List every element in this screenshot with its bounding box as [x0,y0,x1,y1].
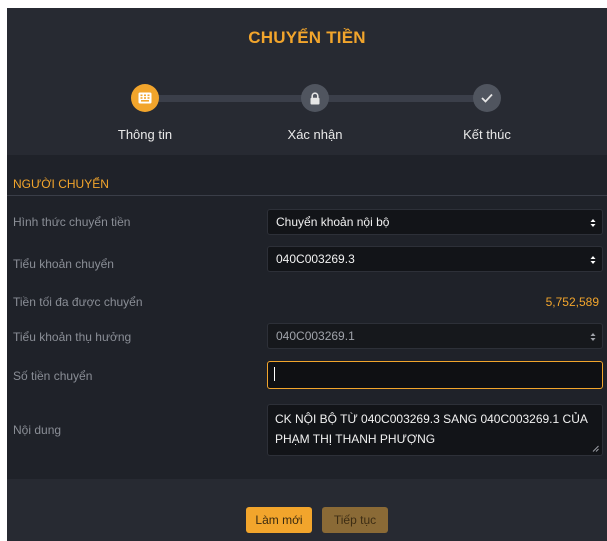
content-label: Nội dung [13,423,62,437]
beneficiary-account-value: 040C003269.1 [276,329,355,343]
transfer-type-label: Hình thức chuyển tiền [13,215,131,229]
stepper-header: CHUYỂN TIỀN Thông tin Xác nhận Kết thúc [7,8,607,155]
source-account-select[interactable]: 040C003269.3 [267,246,603,272]
select-arrows-icon [590,219,596,227]
lock-icon [310,91,320,104]
step-3-circle [473,84,501,112]
resize-handle-icon[interactable] [592,445,599,452]
reset-button[interactable]: Làm mới [246,507,312,533]
transfer-type-select[interactable]: Chuyển khoản nội bộ [267,209,603,235]
step-1-circle [131,84,159,112]
select-arrows-icon [590,256,596,264]
content-value: CK NỘI BỘ TỪ 040C003269.3 SANG 040C00326… [275,412,588,446]
transfer-type-value: Chuyển khoản nội bộ [276,215,390,229]
step-label-confirm: Xác nhận [287,127,343,142]
section-divider [7,195,607,196]
beneficiary-account-select[interactable]: 040C003269.1 [267,323,603,349]
select-arrows-icon [590,333,596,341]
max-amount-label: Tiền tối đa được chuyển [13,295,143,309]
next-button[interactable]: Tiếp tục [322,507,388,533]
source-account-label: Tiểu khoản chuyển [13,257,114,271]
content-textarea[interactable]: CK NỘI BỘ TỪ 040C003269.3 SANG 040C00326… [267,404,603,456]
section-title-sender: NGƯỜI CHUYỂN [13,177,109,191]
text-caret [274,367,275,381]
step-2-circle [301,84,329,112]
source-account-value: 040C003269.3 [276,252,355,266]
check-icon [481,93,493,103]
page-title: CHUYỂN TIỀN [248,28,366,47]
max-amount-value: 5,752,589 [545,295,599,309]
amount-label: Số tiền chuyển [13,369,93,383]
transfer-panel: CHUYỂN TIỀN Thông tin Xác nhận Kết thúc … [7,8,607,541]
beneficiary-account-label: Tiểu khoản thụ hưởng [13,330,132,344]
keyboard-icon [138,92,152,104]
step-label-info: Thông tin [117,127,173,142]
step-label-finish: Kết thúc [463,127,511,142]
amount-input[interactable] [267,361,603,389]
step-track-1 [145,95,315,102]
step-track-2 [315,95,487,102]
